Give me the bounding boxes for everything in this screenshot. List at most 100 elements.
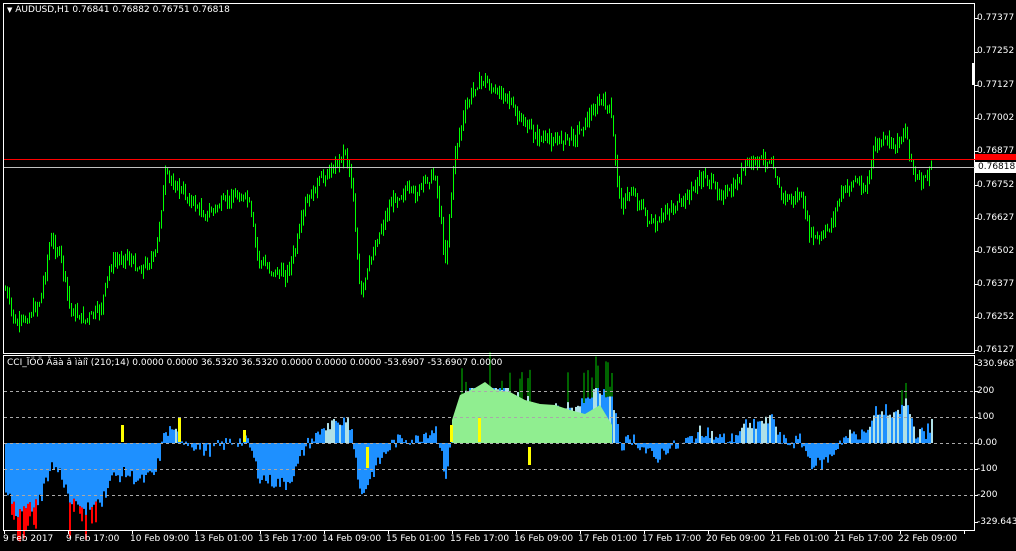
indicator-bar <box>175 428 177 443</box>
indicator-bar <box>867 429 869 443</box>
indicator-bar <box>261 443 263 480</box>
indicator-bar <box>403 442 405 443</box>
time-label: 17 Feb 01:00 <box>578 534 638 544</box>
indicator-bar <box>277 443 279 479</box>
indicator-bar <box>611 372 613 397</box>
indicator-bar <box>419 441 421 443</box>
indicator-bar <box>347 418 349 443</box>
price-label: 0.76752 <box>977 180 1015 190</box>
price-label: 0.76502 <box>977 246 1015 256</box>
indicator-bar <box>123 443 125 468</box>
indicator-bar <box>377 443 379 458</box>
indicator-bar <box>893 412 895 443</box>
indicator-bar <box>301 443 303 451</box>
indicator-bar <box>291 443 293 482</box>
indicator-signal-bar <box>121 425 124 442</box>
indicator-bar <box>881 411 883 443</box>
indicator-bar <box>135 443 137 482</box>
indicator-bar <box>325 430 327 443</box>
indicator-bar <box>595 356 597 388</box>
indicator-bar <box>879 414 881 443</box>
indicator-bar <box>913 426 915 443</box>
indicator-bar <box>409 443 411 445</box>
ohlc-values: 0.76841 0.76882 0.76751 0.76818 <box>72 5 230 15</box>
symbol-label: AUDUSD,H1 <box>15 5 70 15</box>
indicator-bar <box>107 443 109 489</box>
indicator-bar <box>57 443 59 473</box>
indicator-label: -200 <box>977 490 998 500</box>
indicator-bar <box>27 503 29 526</box>
indicator-bar <box>687 437 689 443</box>
time-label: 15 Feb 01:00 <box>386 534 446 544</box>
indicator-bar <box>739 431 741 443</box>
indicator-bar <box>381 443 383 458</box>
indicator-bar <box>807 443 809 457</box>
indicator-bar <box>691 436 693 443</box>
indicator-bar <box>901 390 903 405</box>
indicator-bar <box>115 443 117 476</box>
indicator-bar <box>421 441 423 443</box>
indicator-bar <box>155 443 157 472</box>
indicator-bar <box>13 501 15 520</box>
indicator-bar <box>253 443 255 458</box>
indicator-bar <box>85 443 87 515</box>
indicator-bar <box>273 443 275 488</box>
indicator-bar <box>375 443 377 466</box>
indicator-bar <box>171 429 173 443</box>
indicator-bar <box>887 415 889 443</box>
indicator-bar <box>165 432 167 443</box>
indicator-bar <box>341 425 343 443</box>
indicator-bar <box>699 425 701 443</box>
indicator-bar <box>629 439 631 443</box>
indicator-bar <box>703 437 705 443</box>
indicator-bar <box>719 434 721 443</box>
indicator-bar <box>283 443 285 482</box>
indicator-bar <box>897 409 899 443</box>
indicator-bar <box>79 443 81 507</box>
indicator-bar <box>631 443 633 446</box>
indicator-bar <box>279 443 281 487</box>
indicator-bar <box>737 435 739 443</box>
indicator-bar <box>399 434 401 443</box>
indicator-bar <box>281 443 283 478</box>
indicator-bar <box>173 429 175 443</box>
indicator-bar <box>79 506 81 514</box>
indicator-bar <box>117 443 119 476</box>
indicator-bar <box>827 443 829 463</box>
chart-canvas[interactable] <box>0 0 1016 551</box>
indicator-bar <box>167 435 169 443</box>
indicator-bar <box>923 431 925 443</box>
indicator-bar <box>773 419 775 443</box>
indicator-bar <box>415 435 417 443</box>
indicator-bar <box>267 443 269 484</box>
indicator-bar <box>863 431 865 443</box>
indicator-bar <box>787 443 789 446</box>
indicator-bar <box>259 443 261 484</box>
indicator-bar <box>753 418 755 443</box>
indicator-bar <box>713 439 715 443</box>
indicator-bar <box>69 502 71 538</box>
indicator-bar <box>289 443 291 484</box>
indicator-bar <box>689 436 691 443</box>
indicator-bar <box>315 432 317 443</box>
time-label: 21 Feb 17:00 <box>834 534 894 544</box>
indicator-bar <box>129 443 131 477</box>
indicator-bar <box>345 422 347 443</box>
indicator-bar <box>81 443 83 508</box>
indicator-bar <box>209 443 211 457</box>
indicator-bar <box>697 432 699 443</box>
indicator-bar <box>509 372 511 393</box>
indicator-bar <box>501 380 503 390</box>
scale-marker <box>972 63 975 85</box>
indicator-bar <box>899 413 901 443</box>
indicator-bar <box>427 438 429 443</box>
indicator-bar <box>355 443 357 458</box>
indicator-bar <box>685 437 687 443</box>
time-label: 15 Feb 17:00 <box>450 534 510 544</box>
triangle-down-icon[interactable]: ▼ <box>7 6 12 14</box>
indicator-bar <box>349 430 351 443</box>
symbol-header: ▼ AUDUSD,H1 0.76841 0.76882 0.76751 0.76… <box>7 5 230 16</box>
indicator-bar <box>755 428 757 443</box>
indicator-bar <box>831 443 833 457</box>
indicator-bar <box>81 507 83 522</box>
